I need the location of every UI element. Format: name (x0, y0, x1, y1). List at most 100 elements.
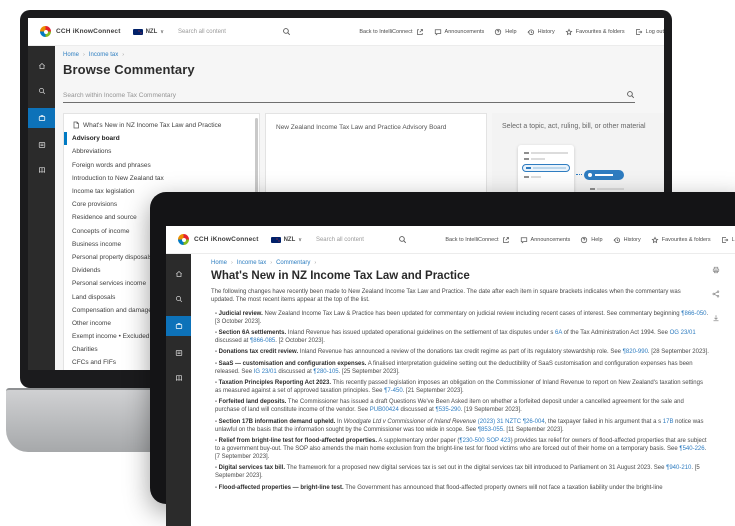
search-icon[interactable] (282, 27, 291, 36)
breadcrumb: Home › Income tax › (63, 52, 664, 58)
chevron-down-icon: ∨ (160, 28, 164, 35)
download-icon[interactable] (712, 314, 720, 322)
inline-link[interactable]: OG 23/01 (670, 330, 696, 336)
nav-label: History (537, 28, 555, 35)
global-search-input[interactable]: Search all content (316, 235, 407, 244)
item-lead: - Section 17B information demand upheld. (215, 418, 336, 425)
inline-link[interactable]: ¶940-210 (666, 465, 691, 471)
item-text: . [11 September 2023]. (503, 426, 564, 433)
search-icon (38, 87, 46, 95)
nav-help[interactable]: Help (494, 28, 517, 36)
rail-item-search[interactable] (166, 291, 191, 307)
nav-log-out[interactable]: Log out (635, 28, 664, 36)
list-item-label: Personal property disposals (72, 253, 153, 261)
nav-history[interactable]: History (527, 28, 555, 36)
list-item-what-s-new-in-nz-income-tax-law-and-practice[interactable]: What's New in NZ Income Tax Law and Prac… (64, 118, 259, 132)
nav-favourites-folders[interactable]: Favourites & folders (565, 28, 625, 36)
item-text: of the Tax Administration Act 1994. See (562, 330, 670, 337)
rail-item-news[interactable] (28, 137, 55, 153)
region-selector[interactable]: NZL ∨ (270, 236, 302, 243)
rail-item-home[interactable] (166, 266, 191, 282)
inline-link[interactable]: ¶7-450 (384, 388, 403, 394)
nav-favourites-folders[interactable]: Favourites & folders (651, 236, 711, 244)
history-icon (527, 28, 535, 36)
item-text: . [21 September 2023]. (402, 388, 464, 395)
list-item-label: Residence and source (72, 214, 137, 222)
item-lead: - Donations tax credit review. (215, 349, 299, 356)
announcement-icon (520, 236, 528, 244)
breadcrumb-separator: › (83, 52, 85, 58)
inline-link[interactable]: ¶230-500 SOP 423 (459, 438, 510, 444)
page-title: Browse Commentary (63, 62, 195, 77)
whats-new-item: - Judicial review. New Zealand Income Ta… (215, 311, 709, 327)
crumb-income-tax[interactable]: Income tax (237, 260, 266, 266)
inline-link[interactable]: PUB00424 (370, 407, 399, 413)
nav-label: Back to IntelliConnect (359, 28, 413, 35)
home-icon (175, 270, 183, 278)
nav-label: Back to IntelliConnect (445, 236, 499, 243)
nz-flag-icon (132, 28, 143, 35)
nav-label: History (623, 236, 641, 243)
chevron-down-icon: ∨ (298, 236, 302, 243)
nav-label: Help (591, 236, 603, 243)
print-icon[interactable] (712, 266, 720, 274)
list-item-foreign-words-and-phrases[interactable]: Foreign words and phrases (64, 159, 259, 172)
star-icon (651, 236, 659, 244)
rail-item-practice-areas[interactable] (28, 108, 55, 128)
inline-link[interactable]: ¶280-105 (313, 369, 338, 375)
inline-link[interactable]: 17B (663, 419, 674, 425)
crumb-home[interactable]: Home (211, 260, 227, 266)
list-item-abbreviations[interactable]: Abbreviations (64, 145, 259, 158)
inline-link[interactable]: ¶820-990 (623, 349, 648, 355)
inline-link[interactable]: (2023) 31 NZTC ¶26-004 (478, 419, 545, 425)
nav-history[interactable]: History (613, 236, 641, 244)
star-icon (565, 28, 573, 36)
inline-link[interactable]: 6A (555, 330, 562, 336)
crumb-income-tax[interactable]: Income tax (89, 52, 118, 58)
nav-announcements[interactable]: Announcements (520, 236, 570, 244)
rail-item-home[interactable] (28, 58, 55, 74)
list-item-advisory-board[interactable]: Advisory board (64, 132, 259, 146)
global-search-input[interactable]: Search all content (178, 27, 291, 36)
item-lead: - Judicial review. (215, 310, 263, 317)
inline-link[interactable]: ¶535-290 (435, 407, 460, 413)
share-icon[interactable] (712, 290, 720, 298)
breadcrumb-separator: › (231, 260, 233, 266)
nav-back-to-intelliconnect[interactable]: Back to IntelliConnect (359, 28, 423, 36)
crumb-home[interactable]: Home (63, 52, 79, 58)
nav-label: Announcements (444, 28, 485, 35)
search-icon[interactable] (398, 235, 407, 244)
inline-link[interactable]: ¶853-055 (478, 427, 503, 433)
search-icon[interactable] (626, 90, 635, 99)
commentary-search-input[interactable]: Search within Income Tax Commentary (63, 90, 635, 103)
crumb-commentary[interactable]: Commentary (276, 260, 310, 266)
inline-link[interactable]: ¶866-085 (250, 338, 275, 344)
news-icon (38, 141, 46, 149)
item-text: discussed at (215, 338, 251, 345)
nav-log-out[interactable]: Log out (721, 236, 735, 244)
rail-item-practice-areas[interactable] (166, 316, 191, 336)
rail-item-search[interactable] (28, 83, 55, 99)
announcement-icon (434, 28, 442, 36)
nav-announcements[interactable]: Announcements (434, 28, 485, 36)
search-placeholder: Search all content (315, 236, 364, 243)
brand-name: CCH iKnowConnect (194, 236, 259, 243)
nav-help[interactable]: Help (580, 236, 603, 244)
nav-back-to-intelliconnect[interactable]: Back to IntelliConnect (445, 236, 509, 244)
illustration-connector (576, 174, 582, 175)
rail-item-news[interactable] (166, 345, 191, 361)
rail-item-book[interactable] (28, 162, 55, 178)
front-topbar: CCH iKnowConnect NZL ∨ Search all conten… (166, 226, 735, 254)
back-topbar-nav: Back to IntelliConnect Announcements Help H… (359, 28, 664, 36)
rail-item-book[interactable] (166, 370, 191, 386)
breadcrumb: Home › Income tax › Commentary › (211, 260, 724, 266)
region-selector[interactable]: NZL ∨ (132, 28, 164, 35)
inline-link[interactable]: ¶540-226 (679, 446, 704, 452)
list-item-introduction-to-new-zealand-tax[interactable]: Introduction to New Zealand tax (64, 172, 259, 185)
list-item-label: Income tax legislation (72, 188, 135, 196)
inline-link[interactable]: IG 23/01 (254, 369, 277, 375)
inline-link[interactable]: ¶866-050 (681, 311, 706, 317)
logout-icon (721, 236, 729, 244)
front-topbar-nav: Back to IntelliConnect Announcements Help H… (445, 236, 735, 244)
whats-new-list: - Judicial review. New Zealand Income Ta… (211, 311, 709, 493)
